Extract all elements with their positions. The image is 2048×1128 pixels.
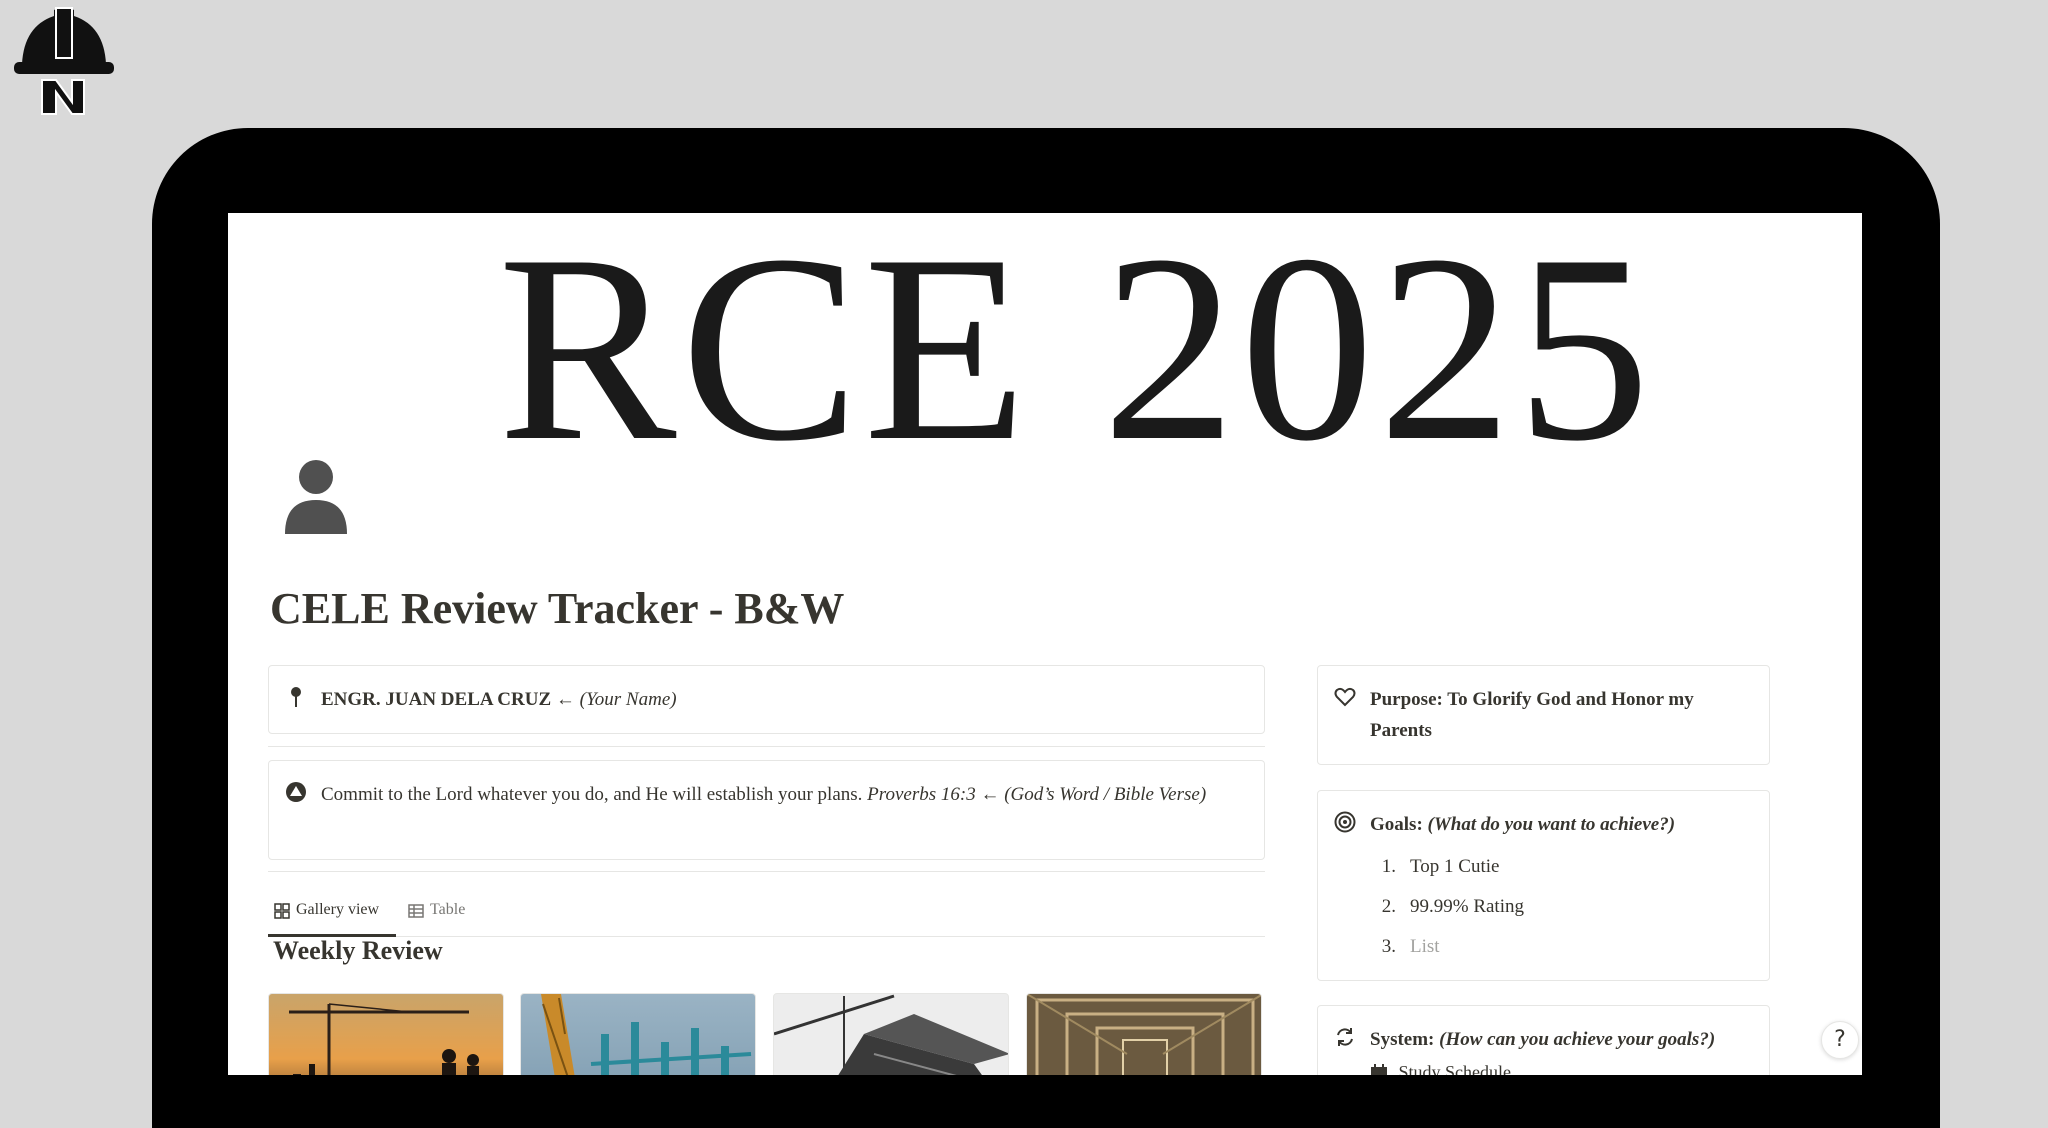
list-item[interactable]: 3. List [1370, 927, 1524, 967]
sunset-construction-image [289, 1003, 479, 1075]
gallery-title[interactable]: Weekly Review [273, 936, 443, 966]
goals-list: 1. Top 1 Cutie 2. 99.99% Rating 3. List [1370, 847, 1524, 967]
tab-table[interactable]: Table [402, 885, 492, 937]
system-heading: System: (How can you achieve your goals?… [1370, 1024, 1747, 1055]
building-frame-image [774, 994, 1008, 1075]
name-callout[interactable]: ENGR. JUAN DELA CRUZ ← (Your Name) [268, 665, 1265, 734]
divider [268, 746, 1265, 747]
user-name: ENGR. JUAN DELA CRUZ [321, 689, 552, 710]
scaffold-corridor-image [1027, 994, 1261, 1075]
scaffold-corridor-card[interactable] [1026, 993, 1262, 1075]
tab-gallery-view[interactable]: Gallery view [268, 885, 396, 937]
goals-heading: Goals: (What do you want to achieve?) [1370, 809, 1747, 840]
list-number: 2. [1381, 896, 1396, 917]
verse-callout[interactable]: Commit to the Lord whatever you do, and … [268, 760, 1265, 860]
purpose-callout[interactable]: Purpose: To Glorify God and Honor my Par… [1317, 665, 1770, 765]
name-hint: (Your Name) [579, 689, 677, 710]
list-label: Top 1 Cutie [1410, 856, 1500, 877]
goals-callout[interactable]: Goals: (What do you want to achieve?) 1.… [1317, 790, 1770, 981]
verse-callout-text: Commit to the Lord whatever you do, and … [321, 779, 1242, 810]
goals-label: Goals: [1370, 814, 1428, 835]
person-icon[interactable] [283, 458, 349, 534]
target-icon [1334, 811, 1356, 833]
tab-label: Gallery view [296, 901, 380, 918]
table-icon [408, 904, 424, 918]
list-placeholder: List [1410, 936, 1440, 957]
view-tabs: Gallery view Table [268, 885, 1265, 937]
list-number: 1. [1381, 856, 1396, 877]
hardhat-n-logo [14, 7, 114, 115]
study-schedule-label: Study Schedule [1398, 1062, 1512, 1075]
triangle-circle-icon [286, 782, 306, 802]
arrow-note: ← [551, 689, 580, 710]
system-label: System: [1370, 1029, 1440, 1050]
gallery-icon [274, 903, 290, 919]
pin-icon [291, 687, 301, 707]
system-callout[interactable]: System: (How can you achieve your goals?… [1317, 1005, 1770, 1075]
heart-icon [1334, 687, 1356, 707]
page-title[interactable]: CELE Review Tracker - B&W [270, 583, 1170, 634]
verse-reference: Proverbs 16:3 ← (God’s Word / Bible Vers… [867, 784, 1207, 805]
list-label: 99.99% Rating [1410, 896, 1524, 917]
refresh-icon [1337, 1028, 1353, 1046]
calendar-icon [1371, 1064, 1387, 1075]
list-item[interactable]: 1. Top 1 Cutie [1370, 847, 1524, 887]
crane-rebar-card[interactable] [520, 993, 756, 1075]
building-frame-card[interactable] [773, 993, 1009, 1075]
list-item[interactable]: 2. 99.99% Rating [1370, 887, 1524, 927]
sunset-construction-card[interactable] [268, 993, 504, 1075]
cover-title: RCE 2025 [497, 213, 1655, 496]
notion-page: RCE 2025 CELE Review Tracker - B&W ENGR.… [228, 213, 1862, 1075]
name-callout-text: ENGR. JUAN DELA CRUZ ← (Your Name) [321, 684, 1242, 715]
help-button[interactable]: ? [1821, 1021, 1859, 1059]
verse-text: Commit to the Lord whatever you do, and … [321, 784, 868, 805]
divider [268, 871, 1265, 872]
list-number: 3. [1381, 936, 1396, 957]
study-schedule-link[interactable]: Study Schedule [1370, 1062, 1511, 1075]
purpose-text: Purpose: To Glorify God and Honor my Par… [1370, 689, 1694, 741]
goals-hint: (What do you want to achieve?) [1427, 814, 1676, 835]
system-hint: (How can you achieve your goals?) [1439, 1029, 1716, 1050]
tab-label: Table [430, 901, 466, 918]
crane-rebar-image [541, 994, 752, 1075]
